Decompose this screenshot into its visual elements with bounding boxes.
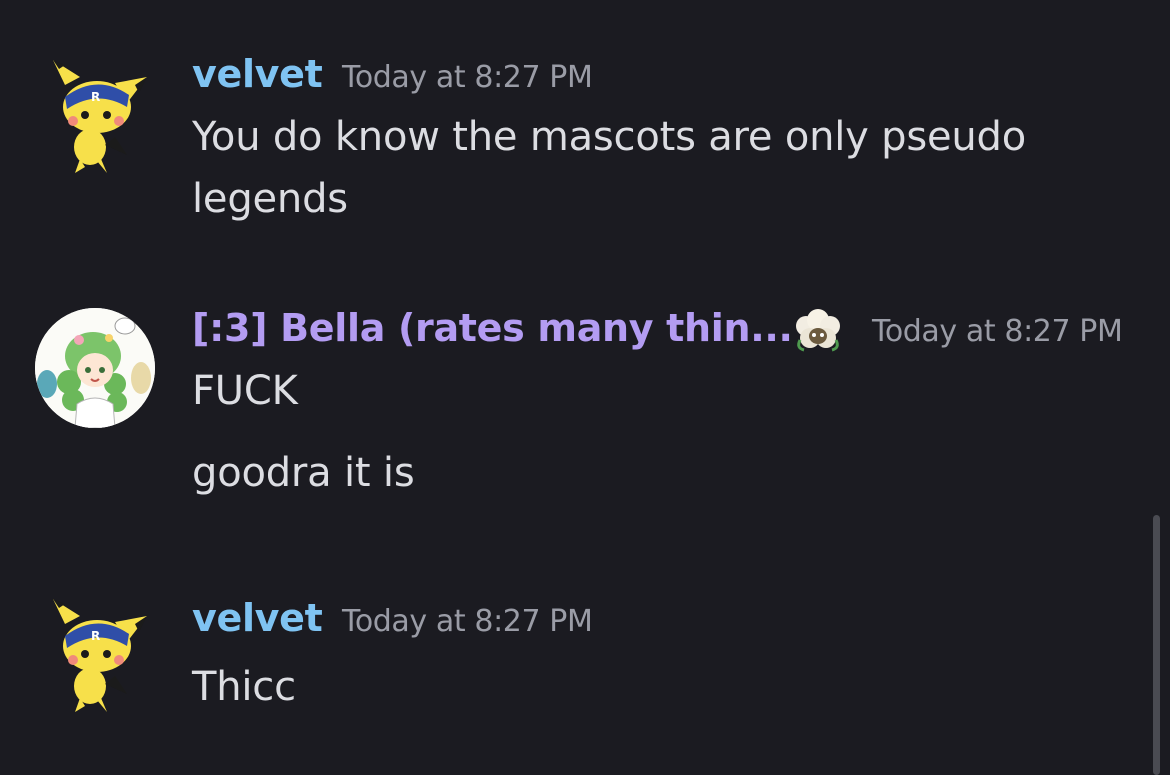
message-text: You do know the mascots are only pseudo <box>192 114 1027 160</box>
pichu-avatar-icon: R <box>53 60 147 173</box>
chat-message-list: R velvet Today at 8:27 PM You do know th… <box>0 0 1170 775</box>
message-text: goodra it is <box>192 450 415 496</box>
message-text: legends <box>192 176 348 222</box>
message-content: [:3] Bella (rates many thin... Today at … <box>192 306 1140 504</box>
avatar[interactable]: R <box>35 55 155 175</box>
username[interactable]: velvet <box>192 596 323 640</box>
avatar[interactable]: R <box>35 594 155 714</box>
message-group: R velvet Today at 8:27 PM Thicc <box>0 594 1140 734</box>
username[interactable]: velvet <box>192 52 323 96</box>
message-group: [:3] Bella (rates many thin... Today at … <box>0 306 1140 528</box>
message-header: velvet Today at 8:27 PM <box>192 52 1140 98</box>
username[interactable]: [:3] Bella (rates many thin... <box>192 306 793 350</box>
timestamp[interactable]: Today at 8:27 PM <box>342 604 593 639</box>
svg-text:R: R <box>91 90 100 104</box>
message-content: velvet Today at 8:27 PM Thicc <box>192 596 1140 718</box>
message-text: FUCK <box>192 368 298 414</box>
message-content: velvet Today at 8:27 PM You do know the … <box>192 52 1140 230</box>
message-text: Thicc <box>192 664 296 710</box>
timestamp[interactable]: Today at 8:27 PM <box>342 60 593 95</box>
message-header: [:3] Bella (rates many thin... Today at … <box>192 306 1140 352</box>
svg-text:R: R <box>91 629 100 643</box>
whimsicott-icon <box>792 308 844 356</box>
anime-girl-avatar-icon <box>35 308 155 428</box>
message-header: velvet Today at 8:27 PM <box>192 596 1140 642</box>
avatar[interactable] <box>35 308 155 428</box>
pichu-avatar-icon: R <box>53 599 147 712</box>
message-group: R velvet Today at 8:27 PM You do know th… <box>0 50 1140 250</box>
timestamp[interactable]: Today at 8:27 PM <box>872 314 1123 349</box>
scrollbar-thumb[interactable] <box>1153 515 1160 775</box>
scrollbar[interactable] <box>1152 0 1160 775</box>
